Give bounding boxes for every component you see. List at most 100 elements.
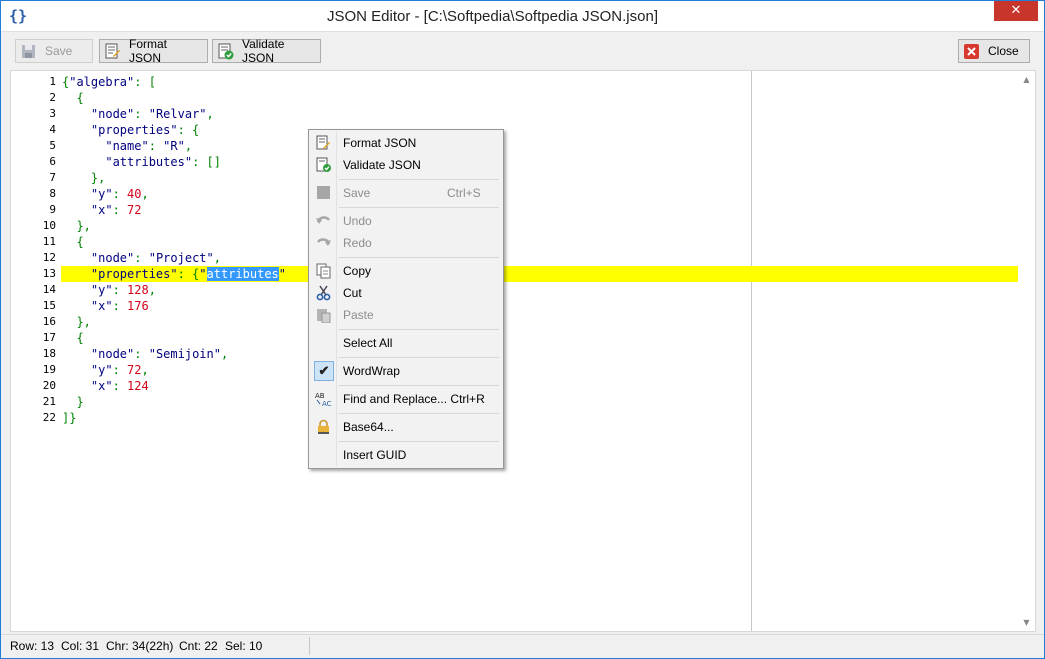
menu-item-paste[interactable]: Paste [311, 304, 501, 326]
code-line[interactable]: } [61, 394, 1018, 410]
menu-item-validate-json[interactable]: Validate JSON [311, 154, 501, 176]
code-line[interactable]: }, [61, 170, 1018, 186]
code-line[interactable]: "properties": { [61, 122, 1018, 138]
context-menu: Format JSON Validate JSON Save Ctrl+S Undo Re… [308, 129, 504, 469]
code-token: : [148, 139, 164, 153]
status-separator [309, 637, 310, 655]
code-line[interactable]: "y": 128, [61, 282, 1018, 298]
menu-item-label: Paste [343, 308, 374, 322]
status-bar: Row: 13 Col: 31 Chr: 34(22h) Cnt: 22 Sel… [1, 634, 1044, 658]
scroll-up-arrow-icon[interactable]: ▲ [1018, 71, 1035, 88]
code-line[interactable]: "attributes": [] [61, 154, 1018, 170]
code-token: : [112, 283, 128, 297]
window-close-button[interactable]: ✕ [994, 1, 1038, 21]
code-token: : [112, 379, 128, 393]
validate-json-icon [217, 43, 234, 60]
code-token: ]} [62, 411, 77, 425]
code-line[interactable]: { [61, 90, 1018, 106]
code-token: : [112, 187, 128, 201]
code-token: "x" [90, 299, 113, 313]
code-line[interactable]: "y": 72, [61, 362, 1018, 378]
code-token: : [134, 347, 149, 361]
code-line[interactable]: { [61, 234, 1018, 250]
floppy-disk-icon [20, 43, 37, 60]
redo-icon [315, 235, 332, 251]
menu-item-select-all[interactable]: Select All [311, 332, 501, 354]
code-area[interactable]: {"algebra": [ { "node": "Relvar", "prope… [61, 71, 1018, 631]
menu-item-insert-guid[interactable]: Insert GUID [311, 444, 501, 466]
code-line[interactable]: }, [61, 218, 1018, 234]
menu-separator [339, 207, 499, 208]
code-token: { [62, 91, 84, 105]
line-number: 11 [42, 235, 56, 248]
menu-item-find-and-replace-ctrl-r[interactable]: AB AC Find and Replace... Ctrl+R [311, 388, 501, 410]
code-line[interactable]: "node": "Project", [61, 250, 1018, 266]
code-line[interactable]: "x": 176 [61, 298, 1018, 314]
code-line[interactable]: { [61, 330, 1018, 346]
scroll-down-arrow-icon[interactable]: ▼ [1018, 614, 1035, 631]
status-sel: Sel: 10 [225, 639, 263, 653]
code-token: "algebra" [69, 75, 135, 89]
code-line[interactable]: "node": "Semijoin", [61, 346, 1018, 362]
code-line[interactable]: "node": "Relvar", [61, 106, 1018, 122]
code-line[interactable]: "y": 40, [61, 186, 1018, 202]
close-button[interactable]: Close [958, 39, 1030, 63]
code-token: "properties" [90, 123, 178, 137]
menu-item-label: Undo [343, 214, 372, 228]
vertical-scrollbar[interactable]: ▲ ▼ [1018, 71, 1035, 631]
current-code-line[interactable]: "properties": {"attributes" [61, 266, 1018, 282]
code-token: : [112, 363, 128, 377]
menu-item-format-json[interactable]: Format JSON [311, 132, 501, 154]
code-token: "x" [90, 379, 113, 393]
window-title: JSON Editor - [C:\Softpedia\Softpedia JS… [327, 8, 658, 25]
line-number: 1 [49, 75, 56, 88]
menu-item-label: Save [343, 186, 371, 200]
menu-separator [339, 441, 499, 442]
code-line[interactable]: }, [61, 314, 1018, 330]
validate-json-button-label: Validate JSON [242, 37, 285, 65]
code-token: : [112, 203, 128, 217]
status-cnt: Cnt: 22 [179, 639, 218, 653]
check-icon: ✔ [314, 361, 334, 381]
menu-separator [339, 329, 499, 330]
menu-item-shortcut: Ctrl+S [447, 186, 481, 200]
code-token: "x" [90, 203, 113, 217]
menu-item-copy[interactable]: Copy [311, 260, 501, 282]
code-token: "Semijoin" [148, 347, 221, 361]
code-line[interactable]: ]} [61, 410, 1018, 426]
json-editor[interactable]: 1 2 3 4 5 6 7 8 9 10 11 12 13 14 15 16 17 18 19 20 21 22 {"al… [10, 70, 1036, 632]
menu-item-redo[interactable]: Redo [311, 232, 501, 254]
base64-lock-icon [315, 419, 332, 435]
cut-icon [315, 285, 332, 301]
menu-item-label: Select All [343, 336, 393, 350]
menu-item-undo[interactable]: Undo [311, 210, 501, 232]
code-token: : { [177, 267, 200, 281]
menu-separator [339, 413, 499, 414]
code-token: "node" [90, 107, 135, 121]
save-button-label: Save [45, 44, 73, 58]
code-token: , [220, 347, 229, 361]
code-token: "y" [90, 283, 113, 297]
code-line[interactable]: "x": 72 [61, 202, 1018, 218]
close-button-label: Close [988, 44, 1019, 58]
close-red-x-icon [963, 43, 980, 60]
line-number: 13 [42, 267, 56, 280]
menu-item-cut[interactable]: Cut [311, 282, 501, 304]
line-number: 10 [42, 219, 56, 232]
format-json-button[interactable]: Format JSON [99, 37, 208, 65]
line-number: 9 [49, 203, 56, 216]
menu-item-base64[interactable]: Base64... [311, 416, 501, 438]
code-line[interactable]: "name": "R", [61, 138, 1018, 154]
line-number: 18 [42, 347, 56, 360]
validate-json-button[interactable]: Validate JSON [212, 37, 321, 65]
code-line[interactable]: "x": 124 [61, 378, 1018, 394]
code-token: 72 [127, 203, 142, 217]
code-line[interactable]: {"algebra": [ [61, 74, 1018, 90]
menu-item-wordwrap[interactable]: ✔ WordWrap [311, 360, 501, 382]
menu-item-save[interactable]: Save Ctrl+S [311, 182, 501, 204]
save-button[interactable]: Save [15, 39, 93, 63]
